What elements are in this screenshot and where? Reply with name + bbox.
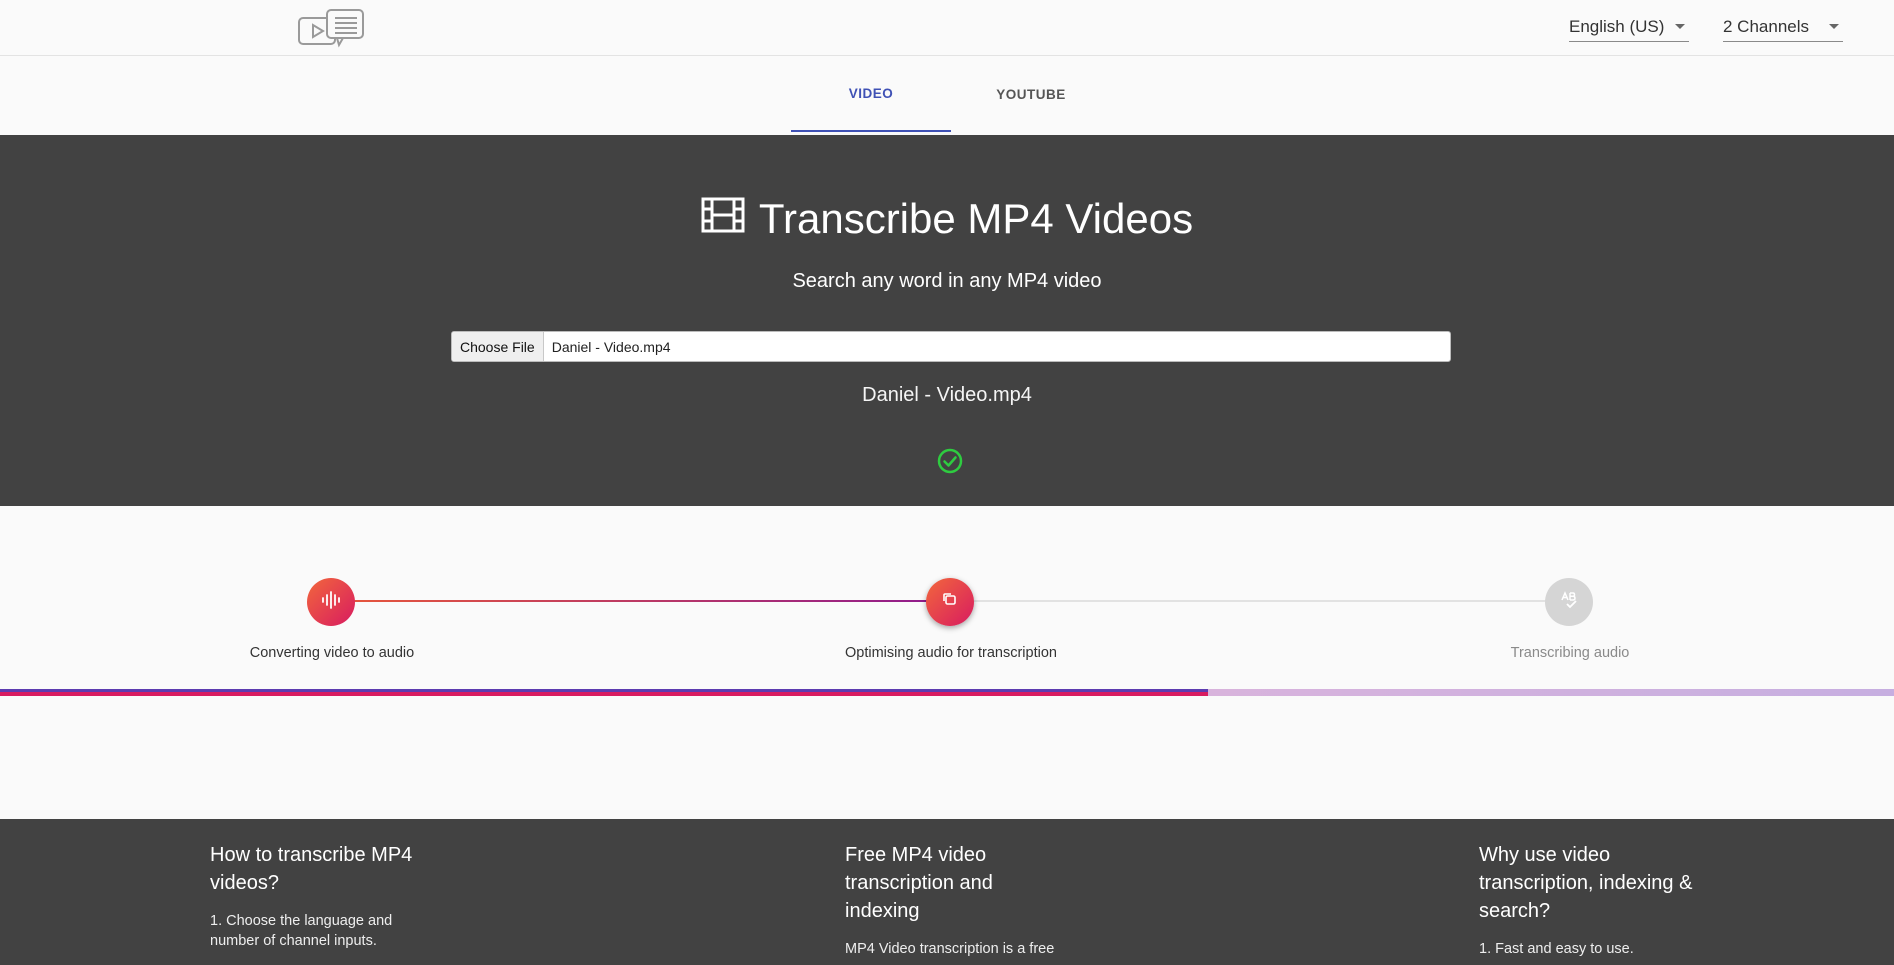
selected-file-name: Daniel - Video.mp4 [862, 384, 1032, 406]
audio-wave-icon [320, 589, 342, 616]
footer-text: MP4 Video transcription is a free [845, 941, 1055, 957]
file-input-value: Daniel - Video.mp4 [551, 338, 671, 355]
optimize-icon [940, 590, 960, 615]
footer-column-why: Why use video transcription, indexing & … [1479, 841, 1699, 959]
page-subtitle: Search any word in any MP4 video [792, 270, 1102, 292]
step-label-transcribing: Transcribing audio [1510, 645, 1630, 661]
info-footer: How to transcribe MP4 videos? 1. Choose … [0, 819, 1894, 965]
progress-bar-fill [0, 689, 1209, 696]
footer-column-how-to: How to transcribe MP4 videos? 1. Choose … [210, 841, 430, 951]
check-circle-icon [937, 448, 963, 474]
footer-heading: How to transcribe MP4 videos? [210, 844, 413, 894]
step-circle-optimising [926, 578, 974, 626]
tab-video[interactable]: VIDEO [791, 56, 951, 132]
footer-text: 1. Choose the language and number of cha… [210, 913, 393, 949]
channels-select[interactable]: 2 Channels [1723, 12, 1843, 42]
footer-column-free: Free MP4 video transcription and indexin… [845, 841, 1065, 959]
choose-file-button[interactable]: Choose File [452, 332, 544, 361]
progress-stepper: Converting video to audio Optimising aud… [0, 506, 1894, 696]
tab-youtube[interactable]: YOUTUBE [951, 56, 1111, 132]
spellcheck-icon [1559, 590, 1579, 615]
language-select[interactable]: English (US) [1569, 12, 1689, 42]
step-label-optimising: Optimising audio for transcription [845, 645, 1057, 661]
step-label-converting: Converting video to audio [249, 645, 415, 661]
step-connector [950, 600, 1569, 602]
video-transcript-logo-icon[interactable] [297, 8, 367, 48]
footer-heading: Why use video transcription, indexing & … [1479, 844, 1693, 922]
source-tabs: VIDEO YOUTUBE [0, 56, 1894, 134]
upload-hero: Transcribe MP4 Videos Search any word in… [0, 135, 1894, 506]
step-connector [331, 600, 950, 602]
footer-text: 1. Fast and easy to use. [1479, 941, 1634, 957]
transcription-progress-bar [0, 689, 1894, 696]
step-circle-converting [307, 578, 355, 626]
channels-select-value: 2 Channels [1723, 16, 1810, 36]
footer-heading: Free MP4 video transcription and indexin… [845, 844, 993, 922]
page-title: Transcribe MP4 Videos [0, 195, 1894, 243]
chevron-down-icon [1675, 24, 1685, 29]
file-input[interactable]: Choose File Daniel - Video.mp4 [451, 331, 1451, 362]
page-title-text: Transcribe MP4 Videos [758, 195, 1194, 242]
film-icon [701, 195, 745, 243]
top-header: English (US) 2 Channels [0, 0, 1894, 56]
language-select-value: English (US) [1569, 16, 1665, 36]
chevron-down-icon [1829, 24, 1839, 29]
step-circle-transcribing [1545, 578, 1593, 626]
